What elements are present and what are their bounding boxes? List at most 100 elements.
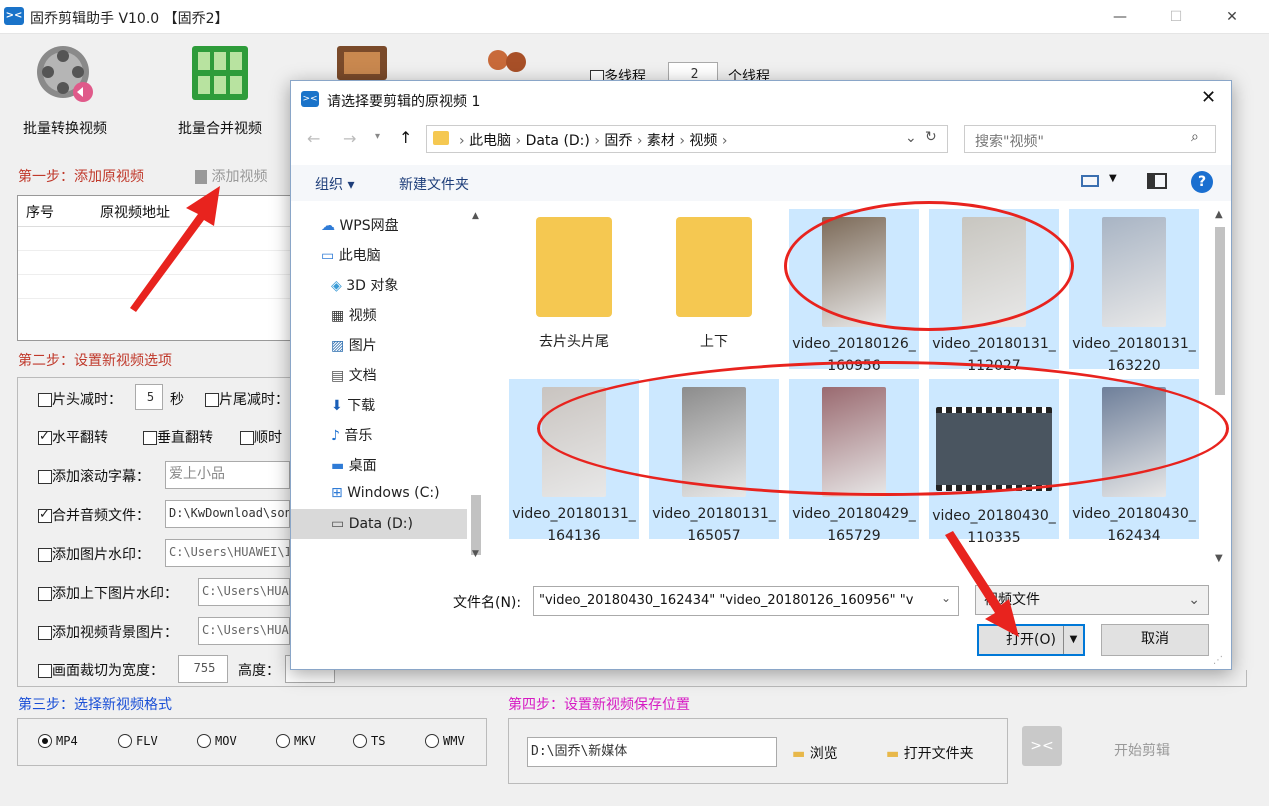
nav-item[interactable]: ▤ 文档 (331, 365, 377, 385)
clockwise-option[interactable]: 顺时 (240, 427, 282, 447)
nav-scroll-thumb[interactable] (471, 495, 481, 555)
video-file-item[interactable]: video_20180131_163220 (1069, 209, 1199, 374)
img-watermark-input[interactable]: C:\Users\HUAWEI\I (165, 539, 290, 567)
breadcrumb-item[interactable]: Data (D:) (526, 133, 590, 149)
help-icon[interactable]: ? (1191, 171, 1213, 193)
img-watermark-option[interactable]: 添加图片水印： (38, 544, 150, 564)
title-bar: >< 固乔剪辑助手 V10.0 【固乔2】 — ☐ ✕ (0, 0, 1269, 34)
nav-item[interactable]: ▭ Data (D:) (291, 509, 467, 539)
img-watermark-checkbox[interactable] (38, 548, 52, 562)
nav-item[interactable]: ▬ 桌面 (331, 455, 377, 475)
nav-item[interactable]: ☁ WPS网盘 (321, 215, 399, 235)
tail-cut-option[interactable]: 片尾减时： (205, 389, 289, 409)
address-dropdown-icon[interactable]: ⌄ (905, 130, 917, 146)
hflip-checkbox[interactable] (38, 429, 52, 445)
recent-chevron-icon[interactable]: ▾ (375, 131, 380, 142)
open-file-dialog: >< 请选择要剪辑的原视频 1 ✕ ← → ▾ ↑ › 此电脑 › Data (… (290, 80, 1232, 670)
breadcrumb-item[interactable]: 素材 (647, 133, 675, 149)
format-radio[interactable] (118, 734, 132, 748)
col-header-no: 序号 (26, 205, 54, 221)
folder-item[interactable]: 上下 (649, 209, 779, 369)
batch-convert-button[interactable]: 批量转换视频 (0, 40, 130, 138)
minimize-button[interactable]: — (1097, 0, 1143, 34)
close-button[interactable]: ✕ (1209, 0, 1255, 34)
breadcrumb-item[interactable]: 此电脑 (469, 133, 511, 149)
format-radio[interactable] (38, 734, 52, 748)
format-radio[interactable] (197, 734, 211, 748)
output-path-input[interactable]: D:\固乔\新媒体 (527, 737, 777, 767)
bg-image-input[interactable]: C:\Users\HUA (198, 617, 290, 645)
format-option-mp4[interactable]: MP4 (38, 733, 78, 749)
browse-button[interactable]: ▬ 浏览 (792, 743, 838, 763)
scroll-text-checkbox[interactable] (38, 470, 52, 484)
file-scroll-thumb[interactable] (1215, 227, 1225, 395)
crop-width-input[interactable]: 755 (178, 655, 228, 683)
refresh-icon[interactable]: ↻ (925, 129, 937, 145)
batch-merge-button[interactable]: 批量合并视频 (155, 40, 285, 138)
format-radio[interactable] (276, 734, 290, 748)
bg-image-option[interactable]: 添加视频背景图片： (38, 622, 178, 642)
forward-arrow-icon[interactable]: → (343, 129, 356, 148)
tb-watermark-checkbox[interactable] (38, 587, 52, 601)
search-box[interactable]: 搜索"视频" ⌕ (964, 125, 1216, 153)
clockwise-checkbox[interactable] (240, 431, 254, 445)
new-folder-button[interactable]: 新建文件夹 (399, 174, 469, 194)
scroll-text-option[interactable]: 添加滚动字幕： (38, 466, 150, 486)
file-name: video_20180131_163220 (1072, 336, 1196, 374)
search-input[interactable]: 搜索"视频" (975, 131, 1044, 151)
start-edit-button[interactable]: 开始剪辑 (1114, 740, 1170, 760)
format-radio[interactable] (353, 734, 367, 748)
folder-item[interactable]: 去片头片尾 (509, 209, 639, 369)
crop-option[interactable]: 画面裁切为宽度： (38, 660, 164, 680)
filename-input[interactable]: "video_20180430_162434" "video_20180126_… (533, 586, 959, 616)
organize-button[interactable]: 组织 ▾ (315, 174, 354, 194)
back-arrow-icon[interactable]: ← (307, 129, 320, 148)
scroll-text-input[interactable]: 爱上小品 (165, 461, 290, 489)
maximize-button[interactable]: ☐ (1153, 0, 1199, 34)
crop-checkbox[interactable] (38, 664, 52, 678)
tail-cut-checkbox[interactable] (205, 393, 219, 407)
preview-pane-icon[interactable] (1147, 173, 1167, 189)
format-radio[interactable] (425, 734, 439, 748)
audio-path-input[interactable]: D:\KwDownload\son (165, 500, 290, 528)
tb-watermark-input[interactable]: C:\Users\HUA (198, 578, 290, 606)
nav-item[interactable]: ⬇ 下载 (331, 395, 375, 415)
format-option-flv[interactable]: FLV (118, 733, 158, 749)
file-scrollbar[interactable]: ▲ ▼ (1211, 205, 1229, 565)
head-cut-option[interactable]: 片头减时： (38, 389, 122, 409)
dialog-close-button[interactable]: ✕ (1201, 87, 1216, 108)
nav-scrollbar[interactable]: ▲ ▼ (469, 205, 483, 561)
nav-item[interactable]: ◈ 3D 对象 (331, 275, 398, 295)
resize-grip-icon[interactable]: ⋰ (1213, 655, 1223, 666)
format-option-ts[interactable]: TS (353, 733, 385, 749)
cancel-button[interactable]: 取消 (1101, 624, 1209, 656)
nav-item[interactable]: ⊞ Windows (C:) (331, 485, 440, 501)
nav-item-label: 文档 (348, 368, 377, 384)
vflip-option[interactable]: 垂直翻转 (143, 427, 213, 447)
format-option-mkv[interactable]: MKV (276, 733, 316, 749)
view-icon[interactable] (1081, 175, 1099, 187)
nav-item[interactable]: ▭ 此电脑 (321, 245, 381, 265)
vflip-checkbox[interactable] (143, 431, 157, 445)
hflip-option[interactable]: 水平翻转 (38, 427, 108, 447)
format-option-mov[interactable]: MOV (197, 733, 237, 749)
up-arrow-icon[interactable]: ↑ (399, 128, 412, 147)
open-folder-button[interactable]: ▬ 打开文件夹 (886, 743, 974, 763)
head-cut-checkbox[interactable] (38, 393, 52, 407)
head-cut-input[interactable]: 5 (135, 384, 163, 410)
address-bar[interactable]: › 此电脑 › Data (D:) › 固乔 › 素材 › 视频 › ⌄ ↻ (426, 125, 948, 153)
nav-item[interactable]: ▨ 图片 (331, 335, 377, 355)
breadcrumb-item[interactable]: 固乔 (604, 133, 632, 149)
merge-audio-option[interactable]: 合并音频文件： (38, 505, 150, 525)
bg-image-label: 添加视频背景图片： (52, 625, 178, 641)
view-dropdown-icon[interactable]: ▼ (1109, 173, 1117, 184)
breadcrumb-item[interactable]: 视频 (689, 133, 717, 149)
tb-watermark-option[interactable]: 添加上下图片水印： (38, 583, 178, 603)
people-icon (482, 46, 532, 82)
bg-image-checkbox[interactable] (38, 626, 52, 640)
merge-audio-checkbox[interactable] (38, 507, 52, 523)
nav-item[interactable]: ♪ 音乐 (331, 425, 372, 445)
format-option-wmv[interactable]: WMV (425, 733, 465, 749)
open-dropdown-icon[interactable]: ▼ (1063, 626, 1083, 654)
nav-item[interactable]: ▦ 视频 (331, 305, 377, 325)
